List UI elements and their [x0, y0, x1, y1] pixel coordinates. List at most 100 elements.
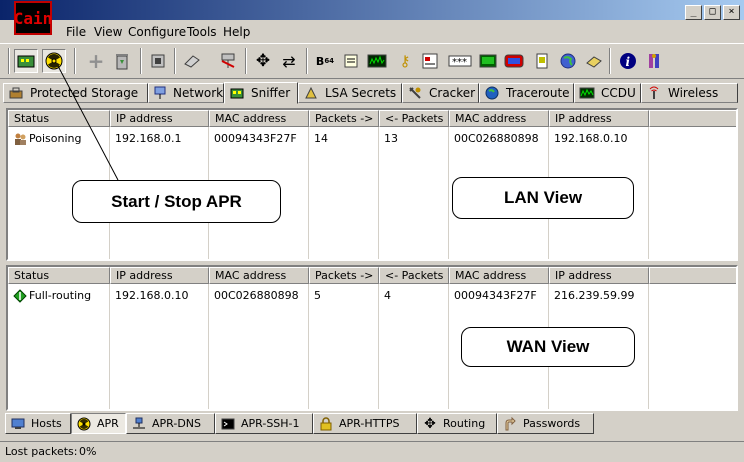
recycle-bin-icon[interactable] — [110, 49, 134, 73]
start-apr-button[interactable] — [42, 49, 66, 73]
tab-routing[interactable]: ✥ Routing — [417, 413, 497, 434]
menu-help[interactable]: Help — [223, 25, 250, 39]
mac-address-cell: 00C026880898 — [214, 289, 299, 302]
tab-cracker[interactable]: Cracker — [402, 83, 479, 103]
cisco-config-icon[interactable] — [418, 49, 442, 73]
terminal-icon[interactable] — [476, 49, 500, 73]
menu-bar: File View Configure Tools Help — [0, 22, 744, 41]
eraser-icon[interactable] — [180, 49, 204, 73]
column-header-mac-address[interactable]: MAC address — [209, 110, 309, 127]
tab-hosts[interactable]: Hosts — [5, 413, 71, 434]
swap-arrows-icon[interactable]: ⇄ — [277, 49, 301, 73]
grid-line — [648, 284, 649, 409]
status-text: Full-routing — [29, 289, 92, 302]
column-header-ip-address-2[interactable]: IP address — [549, 110, 649, 127]
menu-view[interactable]: View — [94, 25, 122, 39]
tab-label: APR — [97, 417, 119, 430]
status-bar: Lost packets: 0% — [0, 441, 744, 462]
rdp-icon[interactable] — [502, 49, 526, 73]
lost-packets-value: 0% — [79, 445, 97, 458]
certificate-icon[interactable] — [530, 49, 554, 73]
tab-label: Wireless — [668, 86, 719, 100]
column-header-ip-address[interactable]: IP address — [110, 267, 209, 284]
tab-label: APR-DNS — [152, 417, 202, 430]
column-header-ip-address[interactable]: IP address — [110, 110, 209, 127]
hardware-info-icon[interactable] — [643, 49, 667, 73]
base64-icon[interactable]: B 64 — [313, 49, 337, 73]
lost-packets-label: Lost packets: — [5, 445, 78, 458]
radiation-icon — [45, 52, 63, 70]
add-icon[interactable]: + — [84, 49, 108, 73]
network-unplug-icon[interactable] — [216, 49, 240, 73]
network-card-icon — [17, 55, 35, 68]
tab-label: APR-SSH-1 — [241, 417, 300, 430]
ip-address-2-cell: 216.239.59.99 — [554, 289, 635, 302]
column-header-ip-address-2[interactable]: IP address — [549, 267, 649, 284]
apr-ssh-icon — [220, 417, 236, 431]
tab-protected-storage[interactable]: Protected Storage — [3, 83, 148, 103]
menu-configure[interactable]: Configure — [128, 25, 186, 39]
app-logo: Cain — [14, 1, 52, 35]
ip-address-2-cell: 192.168.0.10 — [554, 132, 628, 145]
hosts-icon — [10, 417, 26, 431]
svg-text:***: *** — [452, 57, 467, 67]
column-header-mac-address-2[interactable]: MAC address — [449, 110, 549, 127]
callout-wan-view: WAN View — [461, 327, 635, 367]
menu-file[interactable]: File — [66, 25, 86, 39]
mac-address-cell: 00094343F27F — [214, 132, 297, 145]
move-icon[interactable]: ✥ — [251, 49, 275, 73]
tab-label: Network — [173, 86, 224, 100]
tab-apr[interactable]: APR — [71, 413, 126, 434]
status-cell: Full-routing — [8, 287, 108, 304]
tab-apr-dns[interactable]: APR-DNS — [126, 413, 215, 434]
wireless-icon — [646, 86, 662, 100]
tab-lsa-secrets[interactable]: LSA Secrets — [298, 83, 402, 103]
ccdu-icon — [579, 86, 595, 100]
toolbar-separator — [306, 48, 308, 74]
column-header-packets-out[interactable]: Packets -> — [309, 267, 379, 284]
tab-network[interactable]: Network — [148, 83, 224, 103]
maximize-button[interactable]: □ — [704, 5, 721, 20]
sniffer-icon — [229, 86, 245, 100]
toolbar-separator — [140, 48, 142, 74]
apr-icon — [76, 417, 92, 431]
column-header-packets-in[interactable]: <- Packets — [379, 110, 449, 127]
column-header-packets-in[interactable]: <- Packets — [379, 267, 449, 284]
key-icon[interactable]: ⚷ — [393, 49, 417, 73]
info-icon[interactable]: i — [616, 49, 640, 73]
tab-label: Traceroute — [506, 86, 570, 100]
tab-sniffer[interactable]: Sniffer — [224, 82, 298, 104]
password-field-icon[interactable]: *** — [446, 49, 474, 73]
hash-calculator-icon[interactable] — [339, 49, 363, 73]
minimize-button[interactable]: _ — [685, 5, 702, 20]
close-button[interactable]: × — [723, 5, 740, 20]
hardware-icon[interactable] — [582, 49, 606, 73]
tab-apr-https[interactable]: APR-HTTPS — [313, 413, 417, 434]
tab-traceroute[interactable]: Traceroute — [479, 83, 574, 103]
tab-label: Routing — [443, 417, 486, 430]
column-header-packets-out[interactable]: Packets -> — [309, 110, 379, 127]
start-sniffer-button[interactable] — [14, 49, 38, 73]
status-cell: Poisoning — [8, 130, 108, 147]
cpu-icon[interactable] — [146, 49, 170, 73]
signal-meter-icon[interactable] — [365, 49, 389, 73]
grid-line — [648, 127, 649, 259]
tab-wireless[interactable]: Wireless — [641, 83, 738, 103]
main-tabs: Protected Storage Network Sniffer LSA Se… — [0, 82, 744, 104]
tab-label: Cracker — [429, 86, 476, 100]
callout-start-stop-apr: Start / Stop APR — [72, 180, 281, 223]
globe-icon[interactable] — [556, 49, 580, 73]
tab-apr-ssh-1[interactable]: APR-SSH-1 — [215, 413, 313, 434]
menu-tools[interactable]: Tools — [187, 25, 217, 39]
routing-icon: ✥ — [424, 415, 436, 432]
poisoning-icon — [15, 133, 26, 145]
tab-passwords[interactable]: Passwords — [497, 413, 594, 434]
column-header-mac-address[interactable]: MAC address — [209, 267, 309, 284]
tab-ccdu[interactable]: CCDU — [574, 83, 641, 103]
column-header-status[interactable]: Status — [8, 267, 110, 284]
tab-label: CCDU — [601, 86, 636, 100]
toolbar-separator — [609, 48, 611, 74]
column-header-mac-address-2[interactable]: MAC address — [449, 267, 549, 284]
column-header-status[interactable]: Status — [8, 110, 110, 127]
packets-in-cell: 13 — [384, 132, 398, 145]
